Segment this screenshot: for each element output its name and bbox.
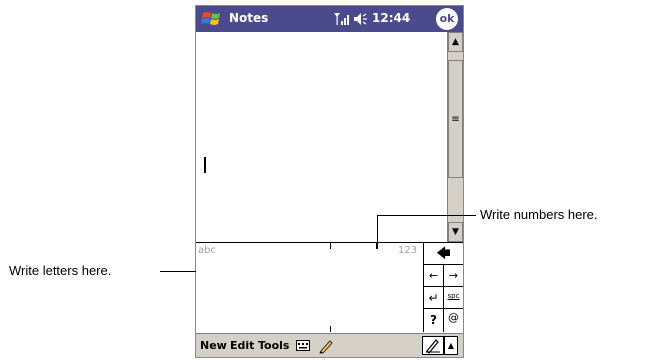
menu-new[interactable]: New [200, 339, 227, 352]
app-title: Notes [229, 11, 269, 25]
title-bar: Notes 12:44 ok [196, 6, 463, 32]
menu-bar: New Edit Tools ▲ [196, 333, 463, 357]
zone-divider-bottom [330, 326, 331, 332]
numbers-zone-label: 123 [398, 245, 418, 256]
input-keypad: 🡄 ← → ↵ spc ? @ [423, 243, 463, 332]
chevron-up-icon: ▲ [447, 341, 455, 350]
ok-button[interactable]: ok [436, 8, 458, 30]
help-key[interactable]: ? [424, 309, 444, 332]
space-key[interactable]: spc [444, 287, 463, 309]
scroll-thumb[interactable]: ≡ [448, 60, 463, 178]
numbers-writing-zone[interactable] [330, 243, 423, 332]
backspace-key[interactable]: 🡄 [424, 243, 463, 265]
callout-numbers-leader-vertical [377, 215, 378, 249]
clock[interactable]: 12:44 [372, 11, 410, 25]
callout-letters: Write letters here. [9, 263, 112, 278]
signal-icon[interactable] [333, 12, 351, 26]
callout-numbers: Write numbers here. [480, 207, 598, 222]
volume-icon[interactable] [353, 12, 369, 26]
scroll-down-button[interactable]: ▼ [448, 222, 463, 242]
text-cursor [204, 157, 206, 173]
callout-numbers-leader-horizontal [377, 215, 476, 216]
input-selector-arrow[interactable]: ▲ [444, 336, 458, 355]
input-selector-button[interactable] [422, 336, 444, 355]
letters-zone-label: abc [198, 245, 216, 256]
zone-divider-top [330, 243, 331, 249]
callout-letters-leader [160, 271, 196, 272]
menu-edit[interactable]: Edit [230, 339, 254, 352]
note-writing-area[interactable] [196, 32, 447, 242]
vertical-scrollbar[interactable]: ▲ ≡ ▼ [447, 32, 463, 242]
letters-writing-zone[interactable] [196, 243, 330, 332]
menu-tools[interactable]: Tools [258, 339, 289, 352]
keyboard-toggle-icon[interactable] [296, 340, 310, 351]
windows-start-icon[interactable] [201, 8, 223, 30]
right-arrow-key[interactable]: → [444, 265, 463, 287]
input-selector-icon [426, 339, 440, 354]
pen-icon[interactable] [318, 338, 334, 354]
left-arrow-key[interactable]: ← [424, 265, 444, 287]
scroll-up-button[interactable]: ▲ [448, 32, 463, 52]
symbol-key[interactable]: @ [444, 309, 463, 332]
enter-key[interactable]: ↵ [424, 287, 444, 309]
